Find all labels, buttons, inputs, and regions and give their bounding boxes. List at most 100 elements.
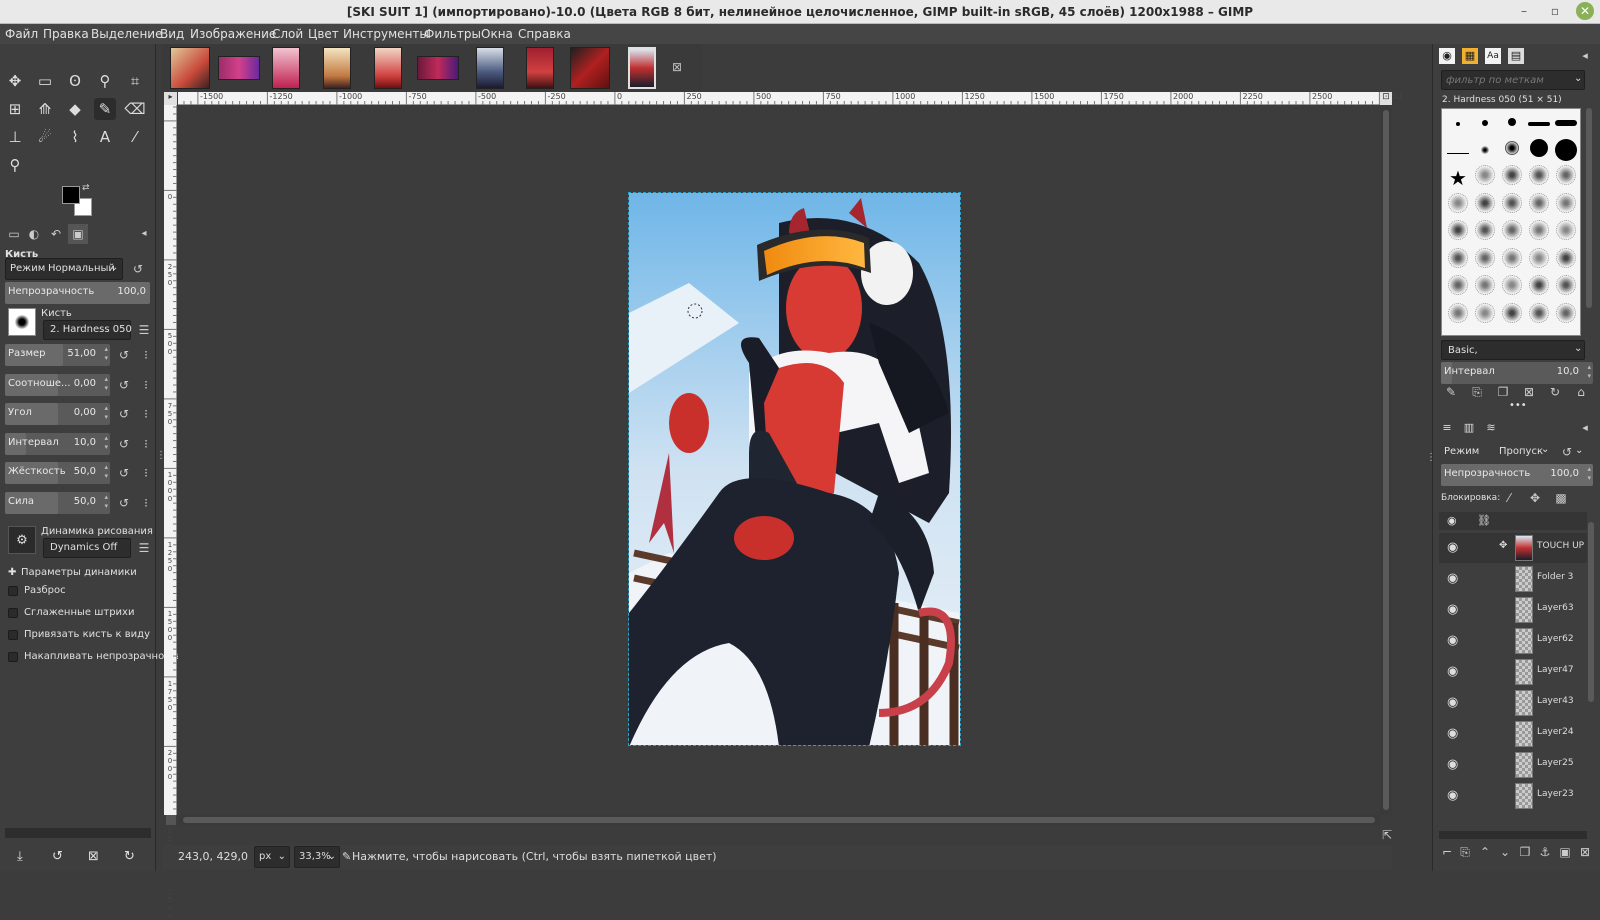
brush-grid[interactable]: ★ <box>1441 108 1581 336</box>
brush-preview[interactable] <box>8 308 36 336</box>
new-brush-icon[interactable]: ⎘ <box>1469 384 1485 400</box>
dynamics-params-label[interactable]: Параметры динамики <box>21 567 137 578</box>
layer-name[interactable]: Layer47 <box>1537 665 1574 675</box>
brush-cell[interactable] <box>1527 138 1551 163</box>
brush-cell[interactable] <box>1554 220 1578 245</box>
link-icon[interactable]: ⁝ <box>138 495 154 511</box>
brush-cell[interactable] <box>1473 220 1497 245</box>
raise-layer-icon[interactable]: ⌃ <box>1477 844 1493 860</box>
brush-grid-scrollbar[interactable] <box>1586 108 1592 308</box>
brush-cell[interactable] <box>1554 165 1578 190</box>
brush-cell[interactable] <box>1554 192 1578 218</box>
layers-hscroll[interactable] <box>1439 831 1587 839</box>
reset-icon[interactable]: ↺ <box>116 436 132 452</box>
image-tab-thumb[interactable] <box>526 47 554 89</box>
dock-menu-icon[interactable]: ◂ <box>1577 48 1593 64</box>
menu-tools[interactable]: Инструменты <box>343 27 429 41</box>
image-tab-thumb[interactable] <box>323 47 351 89</box>
zoom-tool-icon[interactable]: ⚲ <box>4 154 26 176</box>
lock-position-icon[interactable]: ✥ <box>1527 490 1543 506</box>
image-tab-thumb[interactable] <box>417 56 459 80</box>
menu-file[interactable]: Файл <box>5 27 38 41</box>
visibility-eye-icon[interactable]: ◉ <box>1447 540 1458 555</box>
layer-mode-reset-icon[interactable]: ↺ <box>1559 444 1575 460</box>
move-layer-icon[interactable]: ✥ <box>1499 540 1507 551</box>
layers-tab-icon[interactable]: ≡ <box>1439 420 1455 436</box>
brush-cell[interactable] <box>1500 192 1524 218</box>
dynamics-field[interactable]: Dynamics Off <box>43 538 131 558</box>
param-slider[interactable]: Сила 50,0 ▴ ▾ <box>5 491 110 514</box>
option-checkbox[interactable] <box>8 652 18 662</box>
option-checkbox[interactable] <box>8 608 18 618</box>
edit-brush-icon[interactable]: ✎ <box>1443 384 1459 400</box>
layer-row[interactable]: ◉ Layer62 <box>1439 626 1587 656</box>
eraser-icon[interactable]: ⌫ <box>124 98 146 120</box>
dock-menu-icon[interactable]: ◂ <box>134 224 154 244</box>
menu-windows[interactable]: Окна <box>481 27 513 41</box>
ruler-corner-icon[interactable]: ▸ <box>164 92 177 105</box>
unified-transform-icon[interactable]: ⊞ <box>4 98 26 120</box>
brush-cell[interactable] <box>1473 111 1497 135</box>
option-checkbox[interactable] <box>8 630 18 640</box>
image-tab-thumb[interactable] <box>272 47 300 89</box>
link-icon[interactable]: ⁝ <box>138 436 154 452</box>
brush-cell[interactable] <box>1554 138 1578 163</box>
brush-cell[interactable] <box>1527 192 1551 218</box>
brush-cell[interactable] <box>1446 247 1470 273</box>
brush-cell[interactable] <box>1473 302 1497 328</box>
brush-cell[interactable] <box>1554 111 1578 135</box>
free-select-icon[interactable]: ʘ <box>64 70 86 92</box>
unit-select[interactable]: px ⌄ <box>254 846 290 868</box>
toolbox-scrollbar[interactable] <box>5 828 151 838</box>
lock-pixels-icon[interactable]: ⁄ <box>1501 490 1517 506</box>
menu-help[interactable]: Справка <box>518 27 571 41</box>
spin-arrows-icon[interactable]: ▴ ▾ <box>1587 363 1591 381</box>
brush-cell[interactable] <box>1500 247 1524 273</box>
brush-cell[interactable] <box>1446 302 1470 328</box>
layer-name[interactable]: Layer63 <box>1537 603 1574 613</box>
brush-cell[interactable] <box>1500 275 1524 300</box>
brush-cell[interactable] <box>1527 220 1551 245</box>
clone-tool-icon[interactable]: ⊥ <box>4 126 26 148</box>
text-tool-icon[interactable]: A <box>94 126 116 148</box>
layer-name[interactable]: Layer62 <box>1537 634 1574 644</box>
image-tab-thumb[interactable] <box>476 47 504 89</box>
layer-row[interactable]: ◉ Layer47 <box>1439 657 1587 687</box>
link-icon[interactable]: ⁝ <box>138 465 154 481</box>
new-layer-icon[interactable]: ⎘ <box>1457 844 1473 860</box>
spin-arrows-icon[interactable]: ▴ ▾ <box>104 345 108 363</box>
scroll-thumb[interactable] <box>183 817 1375 823</box>
lock-alpha-icon[interactable]: ▩ <box>1553 490 1569 506</box>
brushes-tab-icon[interactable]: ◉ <box>1439 48 1455 64</box>
layer-name[interactable]: Layer24 <box>1537 727 1574 737</box>
layer-row[interactable]: ◉ Layer25 <box>1439 750 1587 780</box>
brush-cell[interactable] <box>1473 247 1497 273</box>
brush-cell[interactable] <box>1500 302 1524 328</box>
menu-view[interactable]: Вид <box>160 27 184 41</box>
brush-cell[interactable] <box>1446 275 1470 300</box>
visibility-eye-icon[interactable]: ◉ <box>1447 695 1458 710</box>
crop-tool-icon[interactable]: ⌗ <box>124 70 146 92</box>
dock-menu-icon[interactable]: ◂ <box>1577 420 1593 436</box>
mode-reset-icon[interactable]: ↺ <box>130 261 146 277</box>
brush-cell[interactable] <box>1446 139 1470 163</box>
dock-resize-handle[interactable]: ⋮ <box>1426 452 1436 463</box>
brush-cell[interactable] <box>1446 111 1470 135</box>
brush-cell[interactable] <box>1527 302 1551 328</box>
layer-thumbnail[interactable] <box>1515 659 1533 685</box>
reset-options-icon[interactable]: ↻ <box>124 849 135 864</box>
navigate-icon[interactable]: ⇱ <box>1382 828 1392 842</box>
fuzzy-select-icon[interactable]: ⚲ <box>94 70 116 92</box>
image-tab-thumb[interactable] <box>374 47 402 89</box>
image-tab-thumb[interactable] <box>170 47 210 89</box>
menu-filters[interactable]: Фильтры <box>424 27 481 41</box>
layer-name[interactable]: TOUCH UP <box>1537 541 1584 551</box>
brush-cell[interactable] <box>1473 275 1497 300</box>
layer-thumbnail[interactable] <box>1515 628 1533 654</box>
reset-icon[interactable]: ↺ <box>116 406 132 422</box>
restore-button[interactable]: ▫ <box>1546 2 1564 20</box>
horizontal-scrollbar[interactable] <box>178 815 1380 825</box>
layer-thumbnail[interactable] <box>1515 566 1533 592</box>
brush-preset-select[interactable]: Basic, ⌄ <box>1441 340 1585 360</box>
brush-cell[interactable]: ★ <box>1446 166 1470 190</box>
